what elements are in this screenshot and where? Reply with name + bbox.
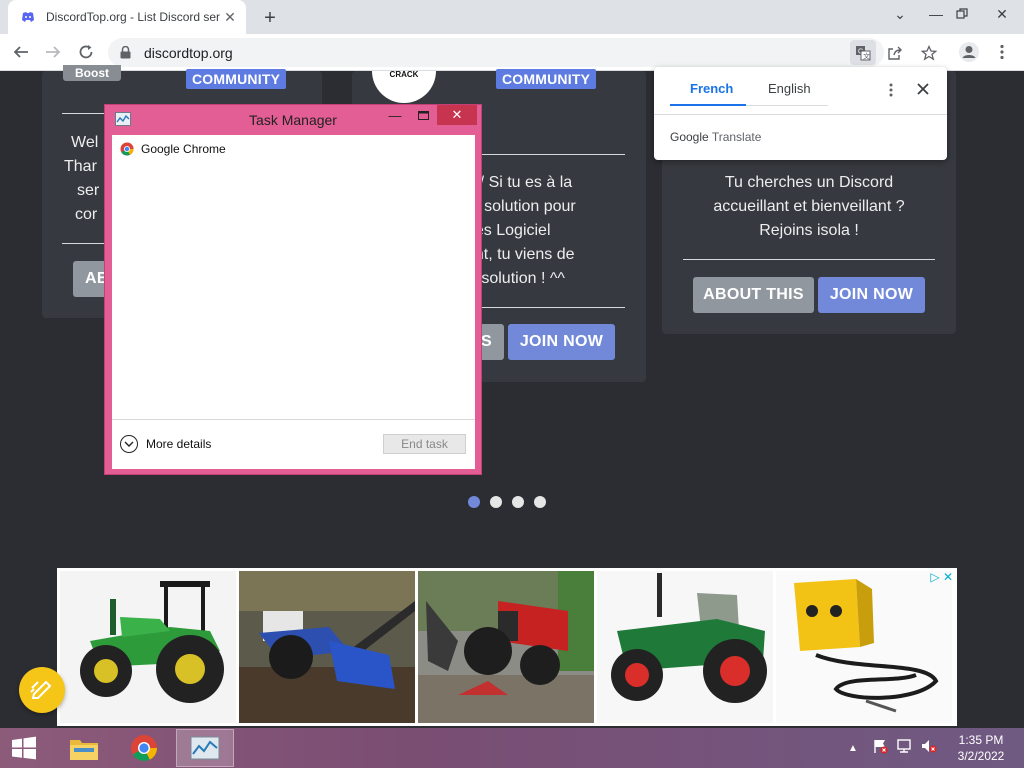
brand-translate: Translate <box>711 130 762 144</box>
close-icon[interactable] <box>916 82 932 98</box>
description-line: ent, tu viens de <box>466 246 575 263</box>
maximize-button[interactable] <box>409 105 437 125</box>
description-line: accueillant et bienveillant ? <box>713 198 905 215</box>
community-badge: COMMUNITY <box>186 69 287 89</box>
process-name: Google Chrome <box>141 142 226 156</box>
forward-arrow-icon[interactable] <box>39 38 67 66</box>
translate-popup: French English Google Translate <box>654 67 947 160</box>
community-badge: COMMUNITY <box>496 69 597 89</box>
profile-avatar-icon[interactable] <box>955 38 983 66</box>
ad-image-green-red-tractor[interactable] <box>597 571 773 723</box>
kebab-menu-icon[interactable] <box>884 82 898 98</box>
description-line: Tu cherches un Discord <box>724 174 894 191</box>
end-task-button[interactable]: End task <box>383 434 466 454</box>
chevron-down-icon[interactable]: ⌄ <box>880 0 920 28</box>
ad-image-green-tractor[interactable] <box>60 571 236 723</box>
description-line: Rejoins isola ! <box>759 222 859 239</box>
ad-image-red-walking-tractor[interactable] <box>418 571 594 723</box>
tab-close-icon[interactable]: ✕ <box>222 9 238 25</box>
url-text: discordtop.org <box>144 44 233 61</box>
share-icon[interactable] <box>882 40 908 65</box>
browser-tab-strip: DiscordTop.org - List Discord ser ✕ + ⌄ … <box>0 0 1024 34</box>
divider <box>462 307 625 308</box>
logo-text: CRACK <box>389 70 419 79</box>
kebab-menu-icon[interactable] <box>988 38 1016 66</box>
windows-taskbar: ▲ 1:35 PM 3/2/2022 <box>0 728 1024 768</box>
server-description: Tu cherches un Discord accueillant et bi… <box>662 171 956 243</box>
ad-choices-icon[interactable]: ▷ ✕ <box>930 570 953 584</box>
task-manager-content: Google Chrome More details End task <box>112 135 475 469</box>
discordtop-favicon-icon <box>20 9 36 25</box>
new-tab-button[interactable]: + <box>258 6 282 30</box>
chrome-taskbar-icon[interactable] <box>115 729 173 767</box>
system-tray: ▲ <box>848 728 938 768</box>
chrome-icon <box>120 142 134 156</box>
process-row[interactable]: Google Chrome <box>120 142 226 156</box>
window-restore-button[interactable] <box>942 0 982 28</box>
svg-text:文: 文 <box>863 51 870 60</box>
language-tab-french[interactable]: French <box>690 81 733 96</box>
task-manager-window[interactable]: Task Manager — ✕ Google Chrome More deta… <box>104 104 482 475</box>
clock-date: 3/2/2022 <box>957 749 1005 763</box>
ad-image-blue-rotary-tiller[interactable] <box>239 571 415 723</box>
action-center-flag-icon[interactable] <box>872 738 888 759</box>
about-this-button[interactable]: ABOUT THIS <box>693 277 814 313</box>
boost-badge: Boost <box>63 65 121 81</box>
window-close-button[interactable]: ✕ <box>982 0 1022 28</box>
reload-icon[interactable] <box>72 38 100 66</box>
carousel-dot-1[interactable] <box>468 496 480 508</box>
description-line: des Logiciel <box>466 222 551 239</box>
minimize-button[interactable]: — <box>381 105 409 125</box>
more-details-label: More details <box>146 437 212 451</box>
browser-toolbar: discordtop.org G文 <box>0 34 1024 71</box>
divider <box>683 259 935 260</box>
description-line: a solution ! ^^ <box>468 270 565 287</box>
start-button[interactable] <box>0 728 48 768</box>
system-clock[interactable]: 1:35 PM 3/2/2022 <box>950 732 1012 764</box>
clock-time: 1:35 PM <box>958 733 1004 747</box>
ad-image-yellow-welder[interactable] <box>776 571 952 723</box>
ad-banner[interactable]: ▷ ✕ <box>57 568 957 726</box>
google-translate-brand: Google Translate <box>670 130 761 144</box>
task-manager-taskbar-icon[interactable] <box>176 729 234 767</box>
edit-pencil-fab[interactable] <box>19 667 65 713</box>
translate-icon[interactable]: G文 <box>850 40 876 65</box>
file-explorer-taskbar-icon[interactable] <box>55 729 113 767</box>
browser-tab[interactable]: DiscordTop.org - List Discord ser ✕ <box>8 0 246 34</box>
active-tab-indicator <box>670 104 746 106</box>
close-button[interactable]: ✕ <box>437 105 477 125</box>
network-icon[interactable] <box>896 738 912 759</box>
lock-icon[interactable] <box>120 46 134 60</box>
bookmark-star-icon[interactable] <box>916 40 942 65</box>
brand-google: Google <box>670 130 709 144</box>
tab-title: DiscordTop.org - List Discord ser <box>46 10 221 24</box>
carousel-dot-2[interactable] <box>490 496 502 508</box>
carousel-dot-3[interactable] <box>512 496 524 508</box>
chevron-down-icon <box>120 435 138 453</box>
chevron-up-icon[interactable]: ▲ <box>848 743 858 754</box>
join-now-button[interactable]: JOIN NOW <box>508 324 615 360</box>
language-tab-english[interactable]: English <box>768 81 811 96</box>
carousel-dot-4[interactable] <box>534 496 546 508</box>
volume-muted-icon[interactable] <box>920 738 938 759</box>
divider <box>462 154 625 155</box>
task-manager-footer: More details End task <box>112 419 475 469</box>
address-bar[interactable]: discordtop.org G文 <box>108 38 937 67</box>
divider <box>654 114 947 115</box>
back-arrow-icon[interactable] <box>7 38 35 66</box>
more-details-toggle[interactable]: More details <box>120 435 211 453</box>
join-now-button[interactable]: JOIN NOW <box>818 277 925 313</box>
task-manager-titlebar[interactable]: Task Manager — ✕ <box>105 105 481 133</box>
